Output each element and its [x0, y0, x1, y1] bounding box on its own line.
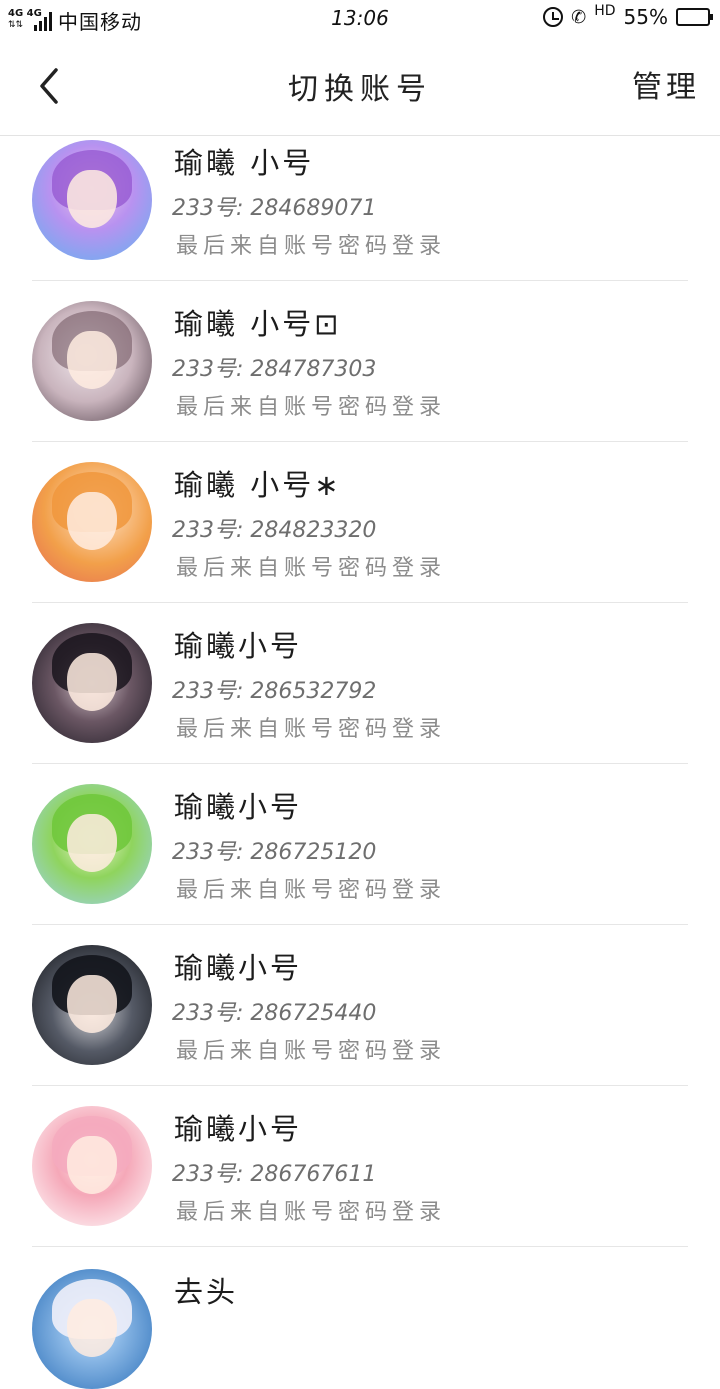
battery-percent: 55% — [623, 5, 668, 29]
account-name: 瑜曦小号 — [174, 629, 303, 663]
manage-button[interactable]: 管理 — [632, 62, 700, 106]
account-id: 233号: 286532792 — [172, 679, 377, 704]
status-bar: 4G 4G ⇅⇅ 中国移动 13:06 ✆ HD 55% — [0, 0, 720, 36]
login-method: 最后来自账号密码登录 — [176, 234, 447, 259]
avatar — [32, 301, 152, 421]
login-method: 最后来自账号密码登录 — [176, 878, 447, 903]
login-method: 最后来自账号密码登录 — [176, 395, 447, 420]
login-method: 最后来自账号密码登录 — [176, 1039, 447, 1064]
phone-icon: ✆ — [571, 6, 587, 28]
account-name: 瑜曦小号 — [174, 1112, 303, 1146]
account-list: 瑜曦 小号 233号: 284689071 最后来自账号密码登录 瑜曦 小号⊡ … — [0, 136, 720, 1389]
account-name: 去头 — [174, 1275, 239, 1309]
account-name: 瑜曦 小号⊡ — [174, 307, 342, 341]
account-name: 瑜曦 小号∗ — [174, 468, 342, 502]
account-row[interactable]: 瑜曦小号 233号: 286532792 最后来自账号密码登录 — [32, 603, 688, 764]
avatar — [32, 462, 152, 582]
login-method: 最后来自账号密码登录 — [176, 717, 447, 742]
avatar — [32, 623, 152, 743]
avatar — [32, 945, 152, 1065]
account-id: 233号: 284823320 — [172, 518, 377, 543]
account-name: 瑜曦 小号 — [174, 146, 315, 180]
account-name: 瑜曦小号 — [174, 951, 303, 985]
avatar — [32, 784, 152, 904]
battery-icon — [676, 8, 713, 26]
page-title: 切换账号 — [288, 72, 432, 107]
avatar — [32, 1106, 152, 1226]
account-id: 233号: 286767611 — [172, 1162, 377, 1187]
avatar — [32, 140, 152, 260]
account-row[interactable]: 瑜曦 小号∗ 233号: 284823320 最后来自账号密码登录 — [32, 442, 688, 603]
account-row[interactable]: 瑜曦 小号 233号: 284689071 最后来自账号密码登录 — [32, 120, 688, 281]
account-id: 233号: 286725440 — [172, 1001, 377, 1026]
account-row[interactable]: 去头 — [32, 1247, 688, 1389]
account-row[interactable]: 瑜曦 小号⊡ 233号: 284787303 最后来自账号密码登录 — [32, 281, 688, 442]
account-name: 瑜曦小号 — [174, 790, 303, 824]
account-id: 233号: 286725120 — [172, 840, 377, 865]
avatar — [32, 1269, 152, 1389]
login-method: 最后来自账号密码登录 — [176, 556, 447, 581]
account-id: 233号: 284689071 — [172, 196, 377, 221]
account-row[interactable]: 瑜曦小号 233号: 286767611 最后来自账号密码登录 — [32, 1086, 688, 1247]
hd-icon: HD — [594, 3, 616, 19]
account-id: 233号: 284787303 — [172, 357, 377, 382]
account-row[interactable]: 瑜曦小号 233号: 286725120 最后来自账号密码登录 — [32, 764, 688, 925]
alarm-clock-icon — [543, 7, 564, 27]
account-row[interactable]: 瑜曦小号 233号: 286725440 最后来自账号密码登录 — [32, 925, 688, 1086]
status-right: ✆ HD 55% — [543, 3, 713, 29]
login-method: 最后来自账号密码登录 — [176, 1200, 447, 1225]
